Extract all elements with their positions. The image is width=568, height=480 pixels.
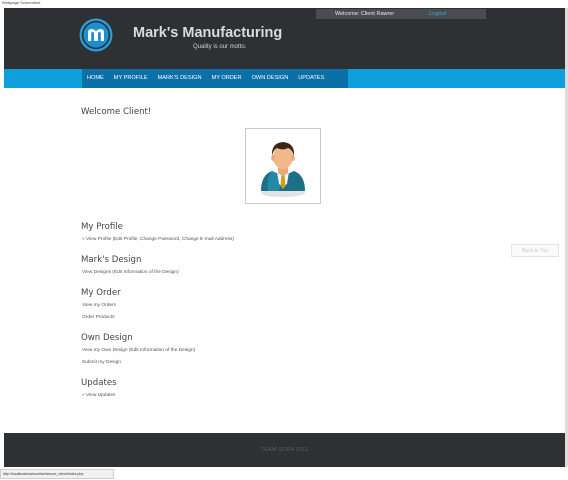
view-own-design-link[interactable]: View my Own Design (Edit Information of … [82, 348, 195, 353]
section-updates-title: Updates [81, 378, 117, 388]
nav-item-my-profile[interactable]: MY PROFILE [109, 69, 153, 88]
nav-menu: HOME MY PROFILE MARK'S DESIGN MY ORDER O… [82, 69, 348, 88]
section-marks-design-title: Mark's Design [81, 255, 142, 265]
view-profile-link[interactable]: » View Profile (Edit Profile, Change Pas… [82, 237, 234, 242]
section-my-order-title: My Order [81, 288, 121, 298]
avatar [245, 128, 321, 204]
logout-link[interactable]: Logout [429, 11, 446, 17]
section-own-design-title: Own Design [81, 333, 133, 343]
browser-status-url: http://localhost/markonline/secure_clien… [0, 469, 114, 479]
view-updates-link[interactable]: » View Updates [82, 393, 116, 398]
nav-item-home[interactable]: HOME [82, 69, 109, 88]
view-designs-link[interactable]: View Designs (Edit Information of the De… [82, 270, 179, 275]
main-nav: HOME MY PROFILE MARK'S DESIGN MY ORDER O… [4, 69, 565, 88]
nav-item-updates[interactable]: UPDATES [293, 69, 329, 88]
page-title: Welcome Client! [81, 107, 152, 117]
brand-title: Mark's Manufacturing [133, 25, 283, 41]
nav-item-my-order[interactable]: MY ORDER [207, 69, 247, 88]
welcome-bar: Welcome: Client Rawrer Logout [316, 9, 486, 19]
company-logo-icon[interactable] [79, 18, 113, 52]
nav-item-marks-design[interactable]: MARK'S DESIGN [153, 69, 207, 88]
order-products-link[interactable]: Order Products [82, 315, 115, 320]
nav-item-own-design[interactable]: OWN DESIGN [247, 69, 294, 88]
back-to-top-button[interactable]: Back to Top [511, 244, 559, 257]
footer-credit: TEAM GORA 2012 [260, 447, 309, 453]
welcome-user-text: Welcome: Client Rawrer [335, 11, 395, 17]
submit-design-link[interactable]: Submit my Design [82, 360, 121, 365]
section-my-profile-title: My Profile [81, 222, 123, 232]
user-avatar-icon [261, 142, 305, 197]
view-my-orders-link[interactable]: View my Orders [82, 303, 116, 308]
site-footer: TEAM GORA 2012 [4, 433, 565, 467]
screenshot-caption: Webpage Screenshot [2, 0, 41, 5]
brand-motto: Quality is our motto. [193, 44, 247, 50]
